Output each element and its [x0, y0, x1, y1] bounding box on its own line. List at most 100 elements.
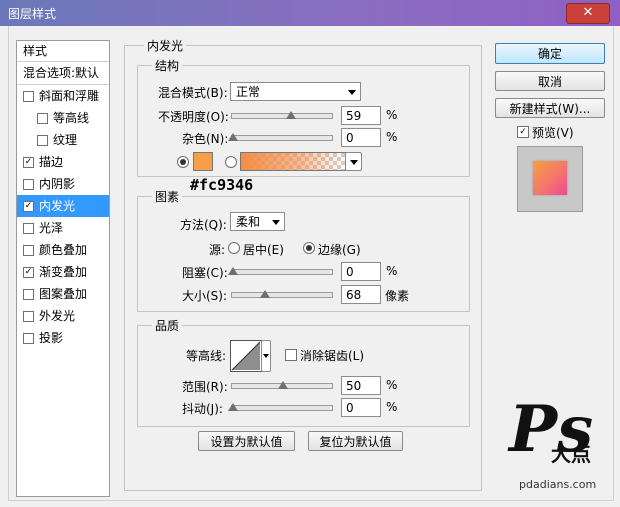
- source-center-label: 居中(E): [243, 243, 284, 257]
- gradient-radio[interactable]: [225, 156, 237, 168]
- contour-label: 等高线:: [186, 349, 227, 363]
- style-item-9[interactable]: 图案叠加: [17, 283, 109, 305]
- size-label: 大小(S):: [182, 289, 228, 303]
- style-item-2[interactable]: 纹理: [17, 129, 109, 151]
- noise-label: 杂色(N):: [182, 132, 229, 146]
- gradient-swatch[interactable]: [240, 152, 346, 171]
- style-item-checkbox[interactable]: [23, 245, 34, 256]
- make-default-button[interactable]: 设置为默认值: [198, 431, 295, 451]
- chevron-down-icon: [272, 220, 280, 225]
- ok-button[interactable]: 确定: [495, 43, 605, 64]
- noise-slider-thumb[interactable]: [228, 133, 238, 141]
- blend-options-item[interactable]: 混合选项:默认: [17, 62, 109, 85]
- size-slider[interactable]: [231, 292, 333, 298]
- jitter-slider-thumb[interactable]: [228, 403, 238, 411]
- solid-color-radio[interactable]: [177, 156, 189, 168]
- opacity-percent: %: [386, 108, 398, 122]
- watermark-sub: 大点: [551, 442, 591, 466]
- blend-mode-select[interactable]: 正常: [230, 82, 361, 101]
- source-label: 源:: [209, 243, 226, 257]
- elements-title: 图素: [152, 188, 183, 205]
- style-item-label: 外发光: [39, 309, 76, 323]
- choke-input[interactable]: 0: [341, 262, 381, 281]
- watermark-url: pdadians.com: [519, 478, 597, 491]
- style-item-checkbox[interactable]: ✓: [23, 157, 34, 168]
- style-item-label: 图案叠加: [39, 287, 88, 301]
- style-item-1[interactable]: 等高线: [17, 107, 109, 129]
- style-item-8[interactable]: ✓ 渐变叠加: [17, 261, 109, 283]
- style-item-checkbox[interactable]: [37, 135, 48, 146]
- preview-checkbox[interactable]: ✓: [517, 126, 529, 138]
- range-value: 50: [346, 379, 362, 393]
- color-hex-annotation: #fc9346: [190, 176, 254, 194]
- close-button[interactable]: ✕: [566, 3, 610, 24]
- style-item-11[interactable]: 投影: [17, 327, 109, 349]
- technique-value: 柔和: [236, 215, 261, 229]
- range-input[interactable]: 50: [341, 376, 381, 395]
- style-item-label: 渐变叠加: [39, 265, 88, 279]
- style-item-label: 内阴影: [39, 177, 76, 191]
- style-items: 斜面和浮雕等高线 纹理 ✓ 描边内阴影 ✓ 内发光 光泽 颜色叠加 ✓ 渐变叠加图案叠加外发光投影: [17, 85, 109, 349]
- glow-color-swatch[interactable]: [193, 152, 213, 171]
- style-item-checkbox[interactable]: [23, 91, 34, 102]
- preview-label: 预览(V): [532, 126, 574, 140]
- noise-value: 0: [346, 131, 354, 145]
- jitter-input[interactable]: 0: [341, 398, 381, 417]
- opacity-slider[interactable]: [231, 113, 333, 119]
- opacity-input[interactable]: 59: [341, 106, 381, 125]
- style-item-3[interactable]: ✓ 描边: [17, 151, 109, 173]
- style-item-checkbox[interactable]: [23, 179, 34, 190]
- size-slider-thumb[interactable]: [260, 290, 270, 298]
- window-title: 图层样式: [8, 7, 57, 21]
- jitter-slider[interactable]: [231, 405, 333, 411]
- gradient-dropdown-button[interactable]: [345, 152, 362, 171]
- chevron-down-icon: [350, 160, 358, 165]
- opacity-value: 59: [346, 109, 362, 123]
- source-edge-radio[interactable]: [303, 242, 315, 254]
- style-item-10[interactable]: 外发光: [17, 305, 109, 327]
- choke-label: 阻塞(C):: [182, 266, 228, 280]
- new-style-button[interactable]: 新建样式(W)...: [495, 98, 605, 118]
- size-input[interactable]: 68: [341, 285, 381, 304]
- choke-slider[interactable]: [231, 269, 333, 275]
- check-icon: ✓: [519, 127, 527, 137]
- style-item-7[interactable]: 颜色叠加: [17, 239, 109, 261]
- style-item-checkbox[interactable]: [23, 311, 34, 322]
- jitter-label: 抖动(J):: [182, 402, 223, 416]
- contour-curve-icon: [231, 341, 261, 371]
- source-center-radio[interactable]: [228, 242, 240, 254]
- preview-box: [517, 146, 583, 212]
- contour-picker[interactable]: [230, 340, 262, 372]
- antialias-checkbox[interactable]: [285, 349, 297, 361]
- range-slider-thumb[interactable]: [278, 381, 288, 389]
- cancel-button[interactable]: 取消: [495, 71, 605, 91]
- range-percent: %: [386, 378, 398, 392]
- reset-default-button[interactable]: 复位为默认值: [308, 431, 403, 451]
- opacity-slider-thumb[interactable]: [286, 111, 296, 119]
- preview-swatch: [533, 161, 567, 195]
- style-item-label: 投影: [39, 331, 64, 345]
- style-item-6[interactable]: 光泽: [17, 217, 109, 239]
- choke-value: 0: [346, 265, 354, 279]
- style-item-label: 描边: [39, 155, 64, 169]
- style-item-checkbox[interactable]: ✓: [23, 267, 34, 278]
- style-item-checkbox[interactable]: [23, 333, 34, 344]
- style-item-label: 斜面和浮雕: [39, 89, 100, 103]
- style-item-checkbox[interactable]: ✓: [23, 201, 34, 212]
- size-value: 68: [346, 288, 362, 302]
- choke-slider-thumb[interactable]: [228, 267, 238, 275]
- style-item-checkbox[interactable]: [37, 113, 48, 124]
- style-item-checkbox[interactable]: [23, 289, 34, 300]
- contour-dropdown-button[interactable]: [261, 340, 271, 372]
- style-item-4[interactable]: 内阴影: [17, 173, 109, 195]
- chevron-down-icon: [348, 90, 356, 95]
- blend-mode-value: 正常: [236, 85, 261, 99]
- style-item-5[interactable]: ✓ 内发光: [17, 195, 109, 217]
- noise-input[interactable]: 0: [341, 128, 381, 147]
- noise-slider[interactable]: [231, 135, 333, 141]
- title-bar: 图层样式 ✕: [0, 0, 620, 26]
- style-item-checkbox[interactable]: [23, 223, 34, 234]
- quality-title: 品质: [152, 317, 183, 334]
- technique-select[interactable]: 柔和: [230, 212, 285, 231]
- style-item-0[interactable]: 斜面和浮雕: [17, 85, 109, 107]
